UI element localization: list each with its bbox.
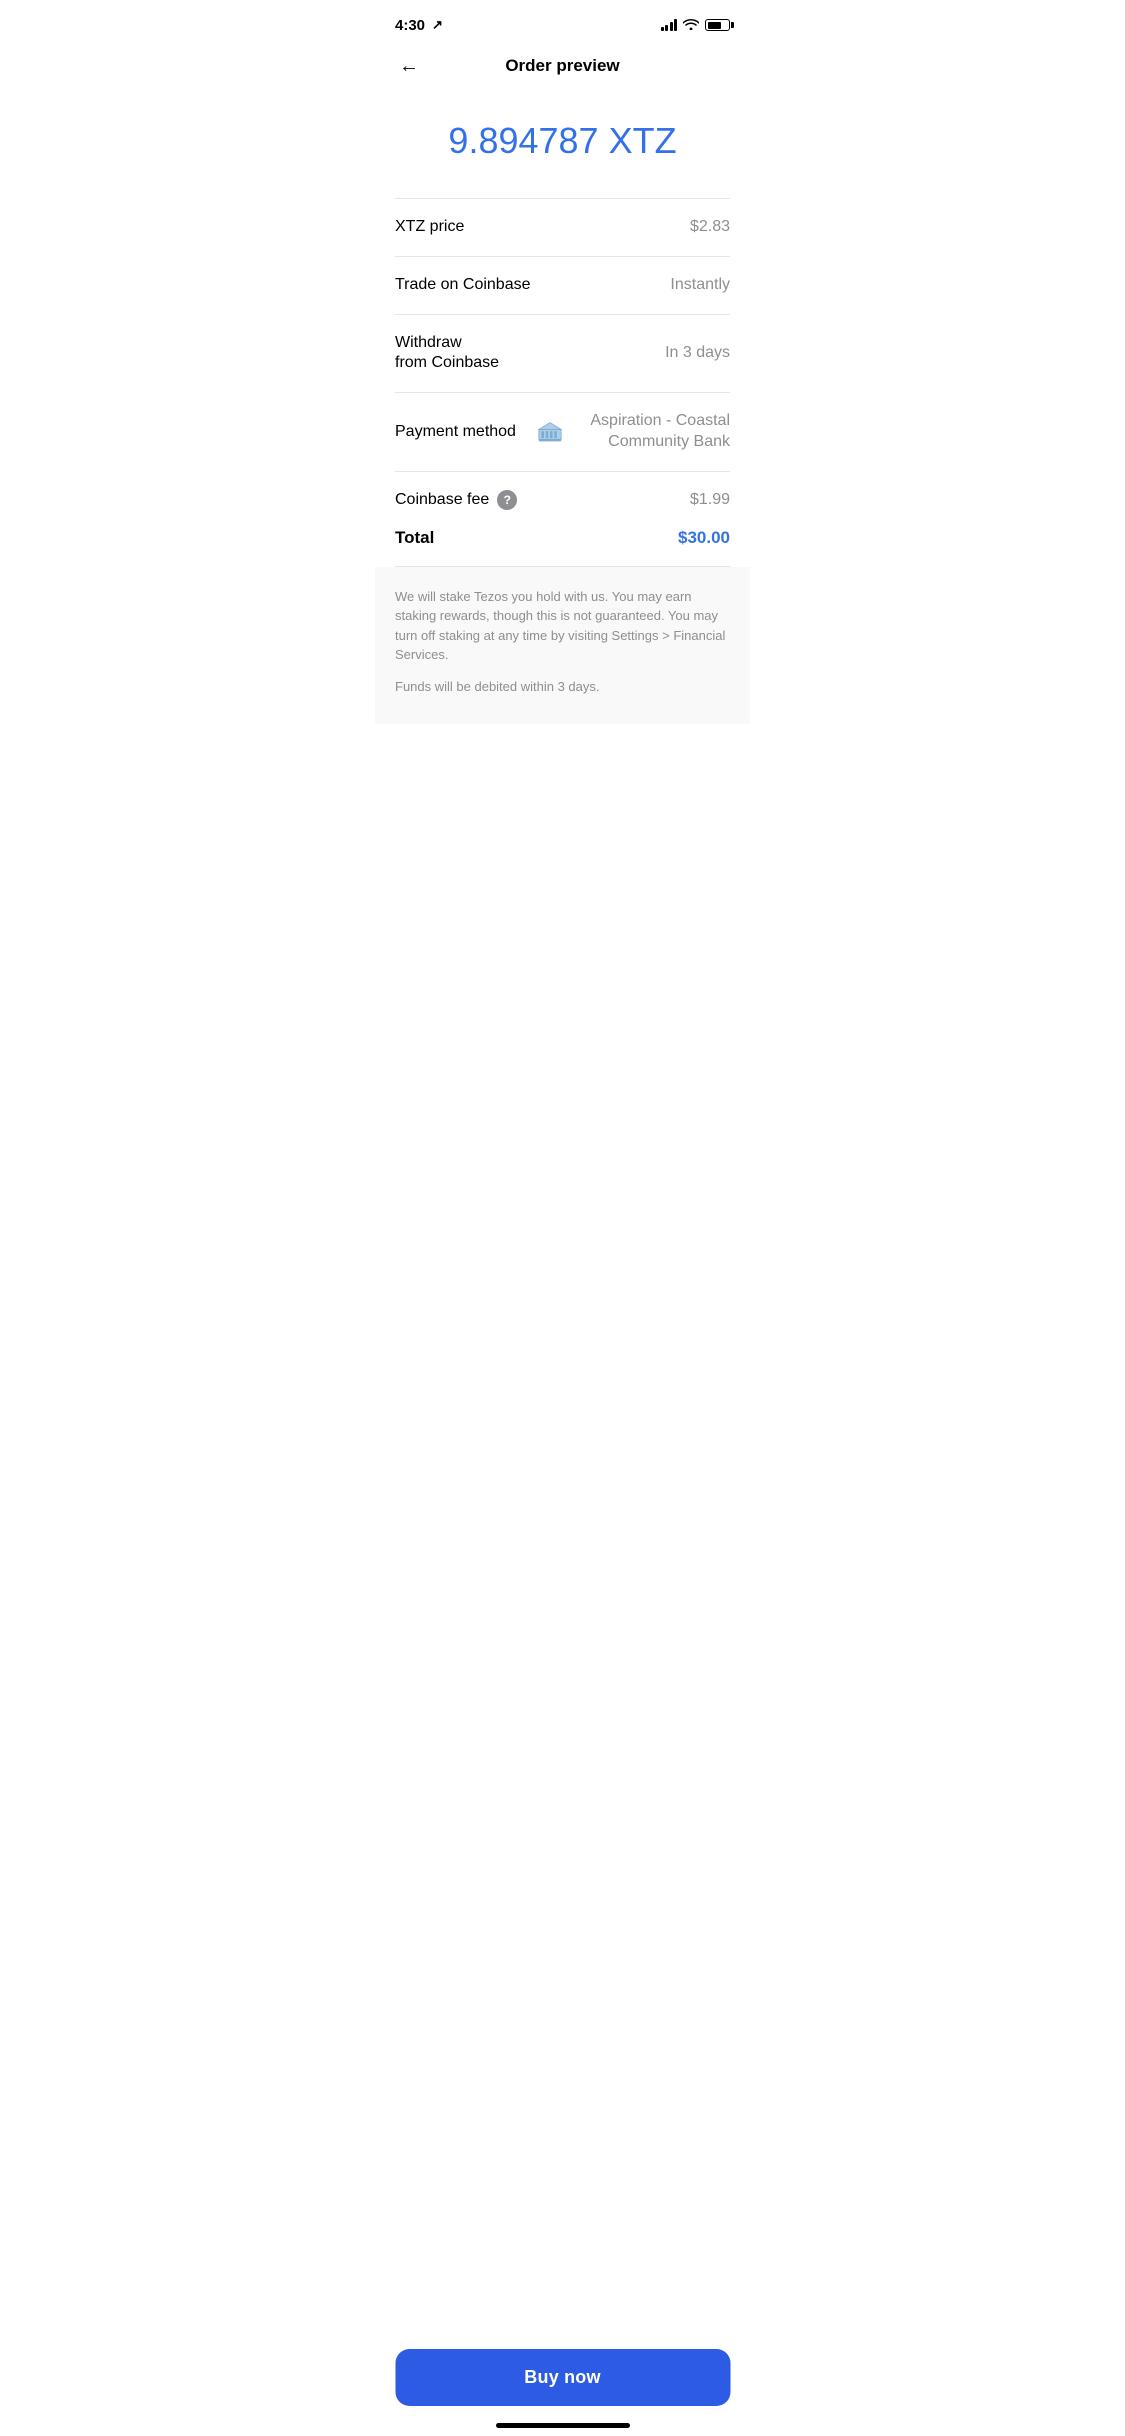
xtz-price-value: $2.83 (690, 218, 730, 236)
signal-icon (661, 19, 678, 31)
back-button[interactable]: ← (395, 51, 423, 82)
payment-method-label: Payment method (395, 422, 516, 443)
xtz-price-label: XTZ price (395, 217, 464, 238)
order-details: XTZ price $2.83 Trade on Coinbase Instan… (375, 199, 750, 567)
page-title: Order preview (505, 56, 619, 76)
disclaimer-section: We will stake Tezos you hold with us. Yo… (375, 567, 750, 725)
home-indicator (496, 2423, 630, 2428)
coinbase-fee-row: Coinbase fee ? $1.99 (395, 472, 730, 520)
crypto-amount: 9.894787 XTZ (395, 120, 730, 162)
withdraw-coinbase-value: In 3 days (665, 344, 730, 362)
total-label: Total (395, 528, 434, 548)
fee-help-icon[interactable]: ? (497, 490, 517, 510)
trade-coinbase-value: Instantly (670, 276, 730, 294)
total-row: Total $30.00 (395, 520, 730, 567)
payment-method-row: Payment method Aspiration - Coastal Comm… (395, 393, 730, 472)
xtz-price-row: XTZ price $2.83 (395, 199, 730, 257)
wifi-icon (683, 18, 699, 33)
fee-label-container: Coinbase fee ? (395, 490, 517, 510)
time-label: 4:30 (395, 17, 425, 34)
staking-disclaimer: We will stake Tezos you hold with us. Yo… (395, 587, 730, 665)
status-icons (661, 18, 731, 33)
total-value: $30.00 (678, 528, 730, 548)
amount-section: 9.894787 XTZ (375, 88, 750, 198)
fee-value: $1.99 (690, 491, 730, 509)
buy-now-button[interactable]: Buy now (395, 2349, 730, 2406)
bank-icon (538, 422, 562, 442)
trade-coinbase-label: Trade on Coinbase (395, 275, 531, 296)
battery-icon (705, 19, 730, 31)
location-icon: ↗ (432, 17, 443, 33)
payment-value: Aspiration - Coastal Community Bank (538, 411, 730, 453)
status-bar: 4:30 ↗ (375, 0, 750, 44)
withdraw-coinbase-row: Withdrawfrom Coinbase In 3 days (395, 315, 730, 394)
fee-label-text: Coinbase fee (395, 491, 489, 509)
bank-name: Aspiration - Coastal Community Bank (570, 411, 730, 453)
bottom-spacer (375, 724, 750, 804)
status-time: 4:30 ↗ (395, 17, 443, 34)
nav-header: ← Order preview (375, 44, 750, 88)
trade-coinbase-row: Trade on Coinbase Instantly (395, 257, 730, 315)
withdraw-coinbase-label: Withdrawfrom Coinbase (395, 333, 499, 375)
funds-disclaimer: Funds will be debited within 3 days. (395, 677, 730, 697)
buy-button-container: Buy now (395, 2349, 730, 2406)
